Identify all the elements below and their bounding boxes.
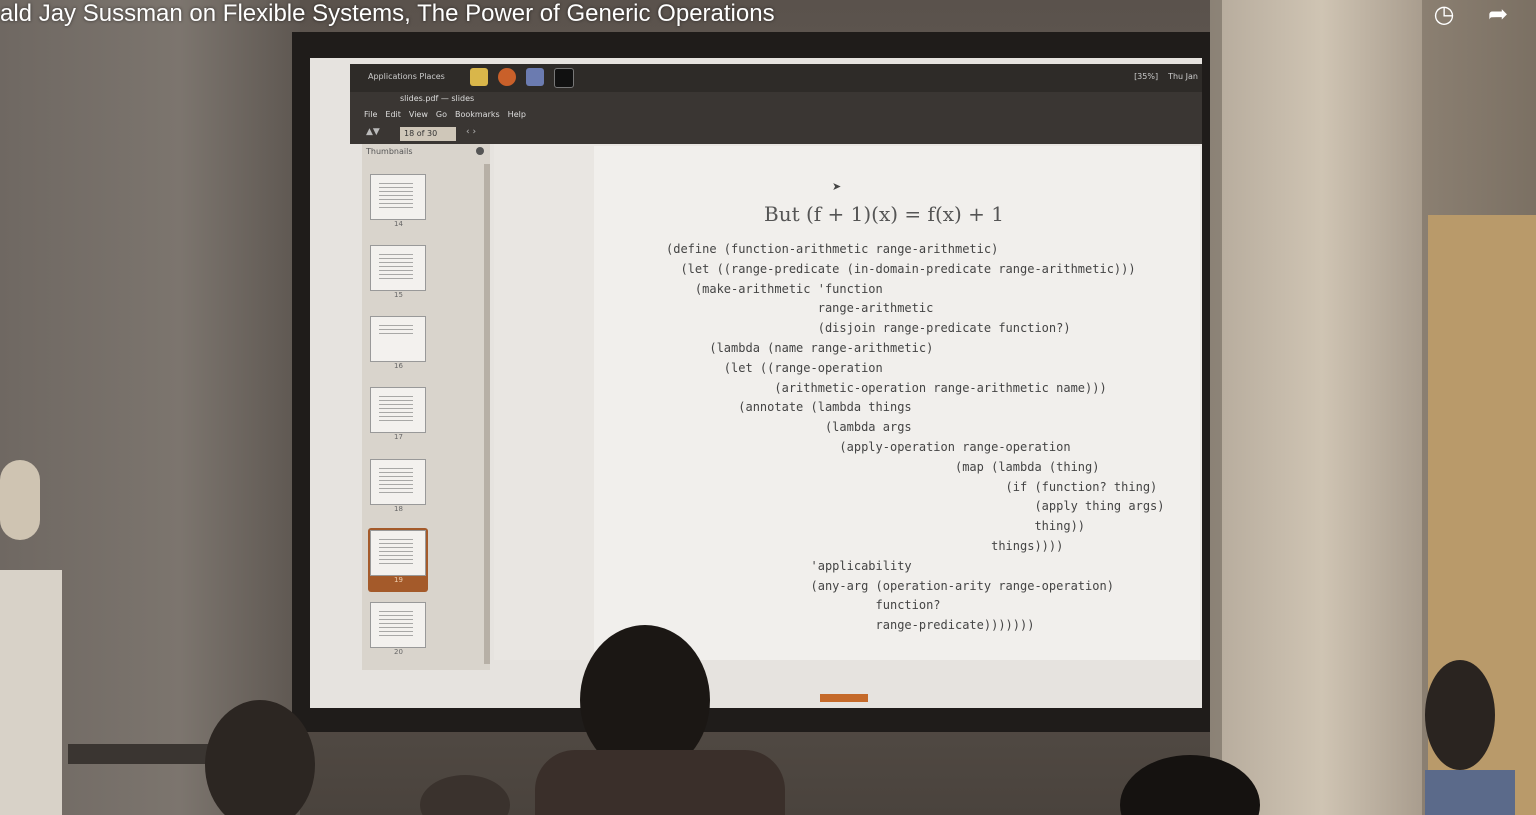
thumbnail-number: 18 bbox=[394, 505, 403, 513]
menu-help[interactable]: Help bbox=[508, 110, 526, 119]
audience-shirt bbox=[1425, 770, 1515, 815]
history-arrows-icon[interactable]: ‹ › bbox=[466, 127, 476, 137]
speaker-figure bbox=[0, 460, 70, 815]
terminal-icon[interactable] bbox=[554, 68, 574, 88]
screen-handle bbox=[820, 694, 868, 702]
page-up-down-icons[interactable]: ▲▼ bbox=[366, 127, 380, 137]
folder-icon[interactable] bbox=[470, 68, 488, 86]
audience-head bbox=[420, 775, 510, 815]
thumbnail-sidebar: Thumbnails 14 15 16 17 18 19 20 bbox=[362, 144, 490, 670]
firefox-icon[interactable] bbox=[498, 68, 516, 86]
menu-file[interactable]: File bbox=[364, 110, 377, 119]
sidebar-scrollbar[interactable] bbox=[484, 164, 490, 664]
thumbnail-number: 17 bbox=[394, 433, 403, 441]
thumbnail[interactable]: 14 bbox=[368, 172, 428, 236]
emacs-icon[interactable] bbox=[526, 68, 544, 86]
slide-title: But (f + 1)(x) = f(x) + 1 bbox=[764, 202, 1005, 226]
thumbnail-selected[interactable]: 19 bbox=[368, 528, 428, 592]
audience-shoulders bbox=[535, 750, 785, 815]
thumbnail[interactable]: 15 bbox=[368, 243, 428, 307]
thumbnail[interactable]: 18 bbox=[368, 457, 428, 521]
applications-menu[interactable]: Applications Places bbox=[368, 72, 445, 81]
audience-head bbox=[1425, 660, 1495, 770]
clock[interactable]: Thu Jan bbox=[1168, 72, 1198, 81]
watch-later-icon[interactable]: ◷ bbox=[1428, 0, 1460, 28]
menu-edit[interactable]: Edit bbox=[385, 110, 401, 119]
thumbnail[interactable]: 20 bbox=[368, 600, 428, 664]
battery-status: [35%] bbox=[1134, 72, 1159, 81]
menu-bookmarks[interactable]: Bookmarks bbox=[455, 110, 500, 119]
desktop-top-bar: Applications Places [35%] Thu Jan bbox=[350, 64, 1202, 92]
thumbnail[interactable]: 17 bbox=[368, 385, 428, 449]
close-icon[interactable] bbox=[476, 147, 484, 155]
video-title: ald Jay Sussman on Flexible Systems, The… bbox=[0, 0, 775, 27]
thumbnail-number: 20 bbox=[394, 648, 403, 656]
thumbnail-number: 16 bbox=[394, 362, 403, 370]
menu-view[interactable]: View bbox=[409, 110, 428, 119]
page-number-field[interactable]: 18 of 30 bbox=[400, 127, 456, 141]
menu-go[interactable]: Go bbox=[436, 110, 447, 119]
menu-bar: File Edit View Go Bookmarks Help bbox=[364, 110, 526, 119]
share-icon[interactable]: ➦ bbox=[1482, 0, 1514, 28]
document-view[interactable]: ● ➤ But (f + 1)(x) = f(x) + 1 (define (f… bbox=[494, 144, 1202, 660]
video-frame: Applications Places [35%] Thu Jan slides… bbox=[0, 0, 1536, 815]
window-title: slides.pdf — slides bbox=[400, 94, 475, 103]
mouse-cursor-icon: ➤ bbox=[832, 180, 842, 193]
thumbnail[interactable]: 16 bbox=[368, 314, 428, 378]
thumbnail-number: 14 bbox=[394, 220, 403, 228]
sidebar-header[interactable]: Thumbnails bbox=[366, 147, 412, 156]
room-pillar bbox=[1222, 0, 1422, 815]
slide-page: ➤ But (f + 1)(x) = f(x) + 1 (define (fun… bbox=[594, 146, 1200, 660]
podium bbox=[68, 744, 208, 764]
thumbnail-number: 15 bbox=[394, 291, 403, 299]
slide-code: (define (function-arithmetic range-arith… bbox=[666, 242, 1165, 633]
thumbnail-number: 19 bbox=[394, 576, 403, 584]
